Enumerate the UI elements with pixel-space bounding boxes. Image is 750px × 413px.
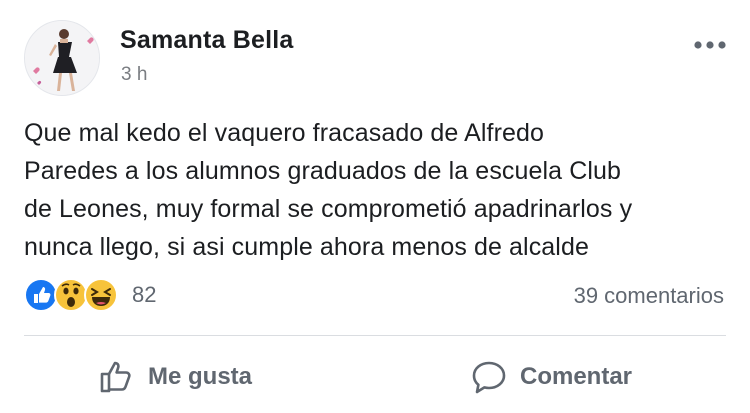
comment-button[interactable]: Comentar: [470, 352, 632, 402]
post-timestamp[interactable]: 3 h: [121, 64, 147, 86]
comment-button-label: Comentar: [520, 363, 633, 390]
facebook-post: Samanta Bella 3 h Que mal kedo el vaquer…: [0, 0, 750, 413]
divider: [24, 335, 726, 336]
wow-icon: [54, 278, 88, 312]
author-name[interactable]: Samanta Bella: [120, 26, 294, 55]
post-text: Que mal kedo el vaquero fracasado de Alf…: [24, 119, 633, 261]
like-icon: [24, 278, 58, 312]
comment-bubble-icon: [472, 361, 506, 394]
haha-icon: [84, 278, 118, 312]
comments-count-link[interactable]: 39 comentarios: [574, 283, 724, 309]
avatar[interactable]: [24, 20, 100, 96]
like-button-label: Me gusta: [148, 363, 253, 390]
reactions-summary[interactable]: 82: [24, 278, 156, 312]
profile-photo: [25, 21, 99, 95]
reaction-count: 82: [132, 282, 157, 307]
more-options-icon[interactable]: [690, 35, 730, 55]
reaction-icons: [24, 278, 122, 312]
like-button[interactable]: Me gusta: [98, 352, 252, 402]
thumbs-up-icon: [100, 361, 131, 393]
